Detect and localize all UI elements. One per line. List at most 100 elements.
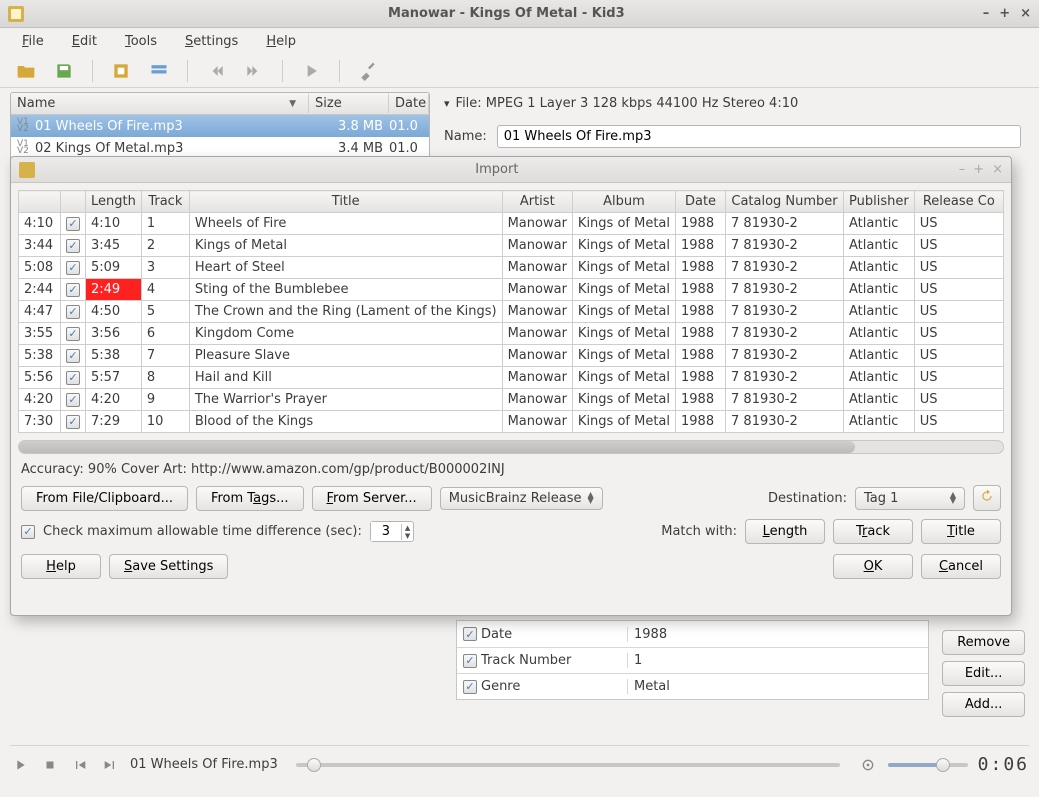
tags-icon[interactable] (147, 59, 171, 83)
import-row[interactable]: 5:38 5:38 7 Pleasure Slave Manowar Kings… (19, 345, 1004, 367)
now-playing-label: 01 Wheels Of Fire.mp3 (130, 757, 278, 772)
dialog-close-icon[interactable]: × (992, 162, 1003, 177)
tree-col-name[interactable]: Name (11, 94, 309, 113)
file-row[interactable]: V1V201 Wheels Of Fire.mp33.8 MB01.0 (11, 115, 429, 137)
import-header[interactable] (19, 191, 61, 213)
edit-button[interactable]: Edit... (942, 661, 1025, 686)
import-row[interactable]: 5:56 5:57 8 Hail and Kill Manowar Kings … (19, 367, 1004, 389)
tree-col-size[interactable]: Size (309, 94, 389, 113)
destination-combo[interactable]: Tag 1 ▲▼ (855, 487, 965, 510)
play-icon[interactable] (299, 59, 323, 83)
tag-checkbox[interactable] (463, 654, 477, 668)
dialog-minimize-icon[interactable]: – (959, 162, 966, 177)
window-title: Manowar - Kings Of Metal - Kid3 (30, 6, 983, 21)
import-row[interactable]: 7:30 7:29 10 Blood of the Kings Manowar … (19, 411, 1004, 433)
row-enable-checkbox[interactable] (66, 261, 80, 275)
tree-header[interactable]: Name Size Date (11, 93, 429, 115)
row-enable-checkbox[interactable] (66, 393, 80, 407)
time-diff-spinner[interactable]: ▲▼ (370, 521, 414, 542)
window-minimize-icon[interactable]: – (983, 6, 990, 21)
next-icon[interactable] (242, 59, 266, 83)
match-length-button[interactable]: Length (745, 519, 825, 544)
toolbar-separator (282, 60, 283, 82)
collapse-icon[interactable]: ▾ (444, 97, 450, 110)
dialog-maximize-icon[interactable]: + (973, 162, 984, 177)
import-header[interactable]: Release Co (914, 191, 1003, 213)
row-enable-checkbox[interactable] (66, 349, 80, 363)
row-enable-checkbox[interactable] (66, 305, 80, 319)
player-prev-icon[interactable] (70, 755, 90, 775)
tag-row[interactable]: Date1988 (457, 621, 928, 647)
tag-row[interactable]: Track Number1 (457, 647, 928, 673)
menu-edit[interactable]: Edit (60, 31, 109, 52)
from-tags-button[interactable]: From Tags... (196, 486, 304, 511)
cancel-button[interactable]: Cancel (921, 554, 1001, 579)
match-title-button[interactable]: Title (921, 519, 1001, 544)
window-close-icon[interactable]: × (1020, 6, 1031, 21)
volume-slider[interactable] (888, 763, 968, 767)
configure-icon[interactable] (356, 59, 380, 83)
tree-col-date[interactable]: Date (389, 94, 429, 113)
tag-table: Date1988Track Number1GenreMetal (456, 620, 929, 700)
match-with-label: Match with: (661, 524, 737, 539)
match-track-button[interactable]: Track (833, 519, 913, 544)
import-header[interactable] (61, 191, 86, 213)
ok-button[interactable]: OK (833, 554, 913, 579)
save-icon[interactable] (52, 59, 76, 83)
row-enable-checkbox[interactable] (66, 283, 80, 297)
revert-icon[interactable] (109, 59, 133, 83)
import-header[interactable]: Publisher (844, 191, 915, 213)
prev-icon[interactable] (204, 59, 228, 83)
row-enable-checkbox[interactable] (66, 371, 80, 385)
import-header[interactable]: Artist (502, 191, 572, 213)
refresh-icon-button[interactable] (973, 485, 1001, 511)
row-enable-checkbox[interactable] (66, 217, 80, 231)
import-row[interactable]: 3:44 3:45 2 Kings of Metal Manowar Kings… (19, 235, 1004, 257)
row-enable-checkbox[interactable] (66, 239, 80, 253)
check-time-diff-checkbox[interactable] (21, 525, 35, 539)
import-table[interactable]: LengthTrackTitleArtistAlbumDateCatalog N… (18, 190, 1004, 433)
import-header[interactable]: Length (86, 191, 142, 213)
import-row[interactable]: 4:10 4:10 1 Wheels of Fire Manowar Kings… (19, 213, 1004, 235)
row-enable-checkbox[interactable] (66, 415, 80, 429)
player-next-icon[interactable] (100, 755, 120, 775)
import-header[interactable]: Album (572, 191, 675, 213)
player-play-icon[interactable] (10, 755, 30, 775)
menu-settings[interactable]: Settings (173, 31, 250, 52)
menu-file[interactable]: File (10, 31, 56, 52)
add-button[interactable]: Add... (942, 692, 1025, 717)
import-row[interactable]: 2:44 2:49 4 Sting of the Bumblebee Manow… (19, 279, 1004, 301)
name-field[interactable] (497, 125, 1021, 148)
menu-tools[interactable]: Tools (113, 31, 169, 52)
import-header[interactable]: Date (676, 191, 726, 213)
import-header[interactable]: Track (141, 191, 189, 213)
track-slider[interactable] (296, 763, 840, 767)
from-file-button[interactable]: From File/Clipboard... (21, 486, 188, 511)
import-row[interactable]: 4:47 4:50 5 The Crown and the Ring (Lame… (19, 301, 1004, 323)
menu-help[interactable]: Help (254, 31, 308, 52)
time-diff-input[interactable] (371, 522, 401, 541)
tag-checkbox[interactable] (463, 627, 477, 641)
spinner-up-icon[interactable]: ▲ (402, 524, 413, 532)
help-button[interactable]: Help (21, 554, 101, 579)
remove-button[interactable]: Remove (942, 630, 1025, 655)
save-settings-button[interactable]: Save Settings (109, 554, 228, 579)
row-enable-checkbox[interactable] (66, 327, 80, 341)
import-row[interactable]: 5:08 5:09 3 Heart of Steel Manowar Kings… (19, 257, 1004, 279)
source-combo[interactable]: MusicBrainz Release ▲▼ (440, 487, 603, 510)
tag-row[interactable]: GenreMetal (457, 673, 928, 699)
window-maximize-icon[interactable]: + (999, 6, 1010, 21)
mute-icon[interactable] (858, 755, 878, 775)
tag-checkbox[interactable] (463, 680, 477, 694)
import-header[interactable]: Title (189, 191, 502, 213)
import-row[interactable]: 4:20 4:20 9 The Warrior's Prayer Manowar… (19, 389, 1004, 411)
open-folder-icon[interactable] (14, 59, 38, 83)
dialog-titlebar[interactable]: Import – + × (11, 157, 1011, 183)
import-header[interactable]: Catalog Number (726, 191, 844, 213)
import-row[interactable]: 3:55 3:56 6 Kingdom Come Manowar Kings o… (19, 323, 1004, 345)
player-stop-icon[interactable] (40, 755, 60, 775)
horizontal-scrollbar[interactable] (18, 440, 1004, 454)
app-icon (8, 6, 24, 22)
spinner-down-icon[interactable]: ▼ (402, 532, 413, 540)
from-server-button[interactable]: From Server... (312, 486, 432, 511)
